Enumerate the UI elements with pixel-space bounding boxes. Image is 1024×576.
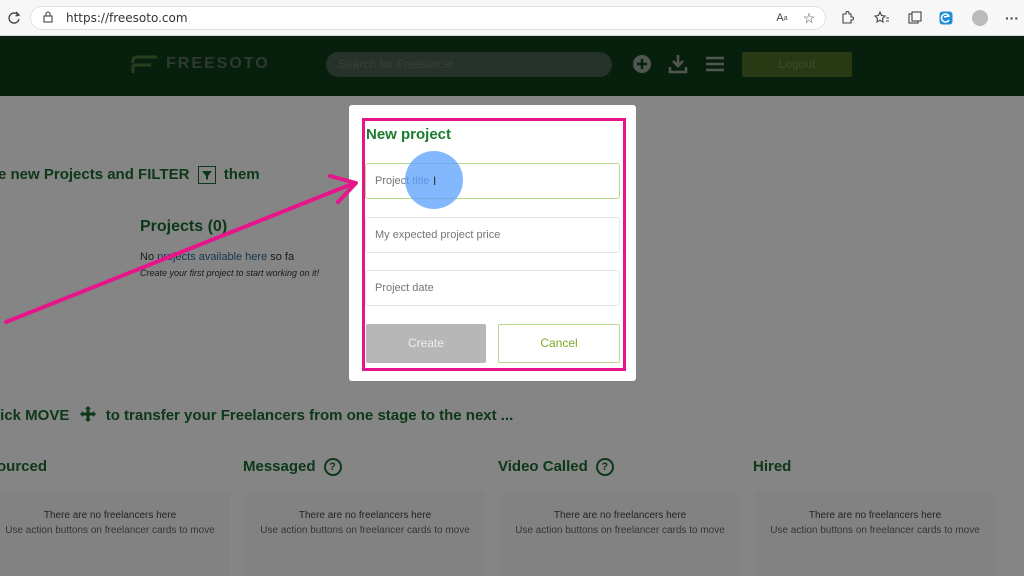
reload-icon[interactable] [4, 8, 24, 28]
favorites-icon[interactable] [872, 8, 892, 28]
edge-icon[interactable] [936, 8, 956, 28]
favorite-star-icon[interactable]: ☆ [799, 8, 819, 28]
url-text: https://freesoto.com [66, 11, 188, 25]
extensions-icon[interactable] [837, 8, 857, 28]
browser-toolbar: https://freesoto.com Aa ☆ ··· [0, 0, 1024, 36]
address-bar[interactable]: https://freesoto.com Aa ☆ [30, 6, 826, 30]
lock-icon [43, 11, 53, 26]
more-icon[interactable]: ··· [1002, 8, 1022, 28]
read-aloud-icon[interactable]: Aa [772, 8, 792, 28]
text-cursor-icon: I [433, 174, 437, 188]
profile-avatar-icon[interactable] [970, 8, 990, 28]
collections-icon[interactable] [905, 8, 925, 28]
annotation-highlight-box [362, 118, 626, 371]
